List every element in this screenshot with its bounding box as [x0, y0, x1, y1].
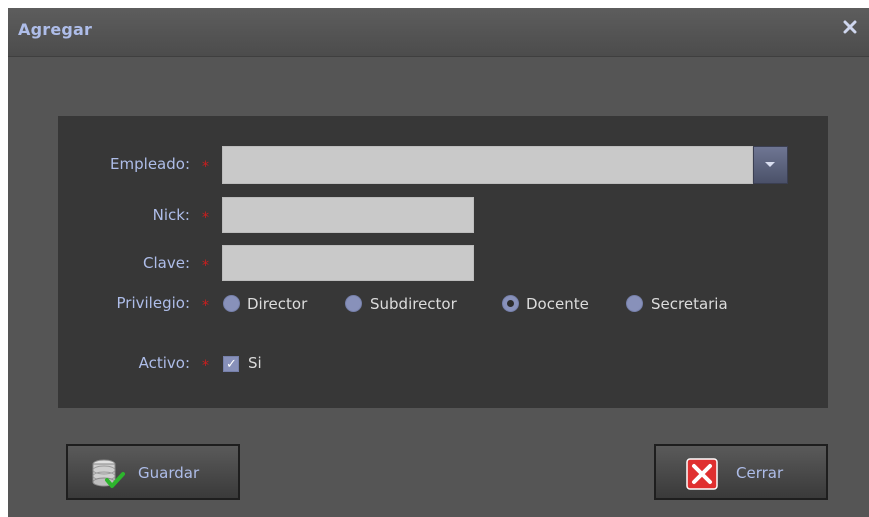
radio-director[interactable] [223, 295, 240, 312]
dialog-title: Agregar [18, 20, 93, 39]
radio-docente-label: Docente [526, 295, 589, 313]
cerrar-button[interactable]: Cerrar [654, 444, 828, 500]
radio-subdirector-label: Subdirector [370, 295, 457, 313]
radio-secretaria-label: Secretaria [651, 295, 728, 313]
nick-field[interactable] [222, 197, 474, 233]
empleado-dropdown-button[interactable] [753, 146, 788, 184]
empleado-label: Empleado: [110, 155, 190, 173]
privilegio-required-mark: * [202, 298, 209, 314]
clave-required-mark: * [202, 258, 209, 274]
clave-label: Clave: [143, 254, 190, 272]
guardar-button[interactable]: Guardar [66, 444, 240, 500]
clave-field[interactable] [222, 245, 474, 281]
empleado-required-mark: * [202, 159, 209, 175]
nick-label: Nick: [152, 206, 190, 224]
empleado-select[interactable] [222, 146, 753, 184]
database-save-icon [92, 459, 125, 488]
nick-required-mark: * [202, 210, 209, 226]
radio-subdirector[interactable] [345, 295, 362, 312]
activo-label: Activo: [138, 354, 190, 372]
activo-required-mark: * [202, 358, 209, 374]
activo-checkbox-label: Si [248, 354, 262, 372]
radio-docente[interactable] [502, 295, 519, 312]
activo-checkbox[interactable]: ✓ [223, 356, 239, 372]
privilegio-label: Privilegio: [116, 294, 190, 312]
form-panel: Empleado: * Nick: * Clave: * Privilegio:… [58, 116, 828, 408]
title-bar: Agregar [8, 8, 869, 57]
close-icon[interactable] [843, 20, 857, 34]
guardar-button-label: Guardar [138, 464, 200, 482]
check-icon: ✓ [226, 357, 237, 372]
close-x-icon [686, 458, 718, 490]
cerrar-button-label: Cerrar [736, 464, 784, 482]
agregar-dialog: Agregar Empleado: * Nick: * Clave: * Pri… [8, 8, 869, 517]
radio-secretaria[interactable] [626, 295, 643, 312]
radio-director-label: Director [247, 295, 308, 313]
chevron-down-icon [765, 162, 775, 167]
